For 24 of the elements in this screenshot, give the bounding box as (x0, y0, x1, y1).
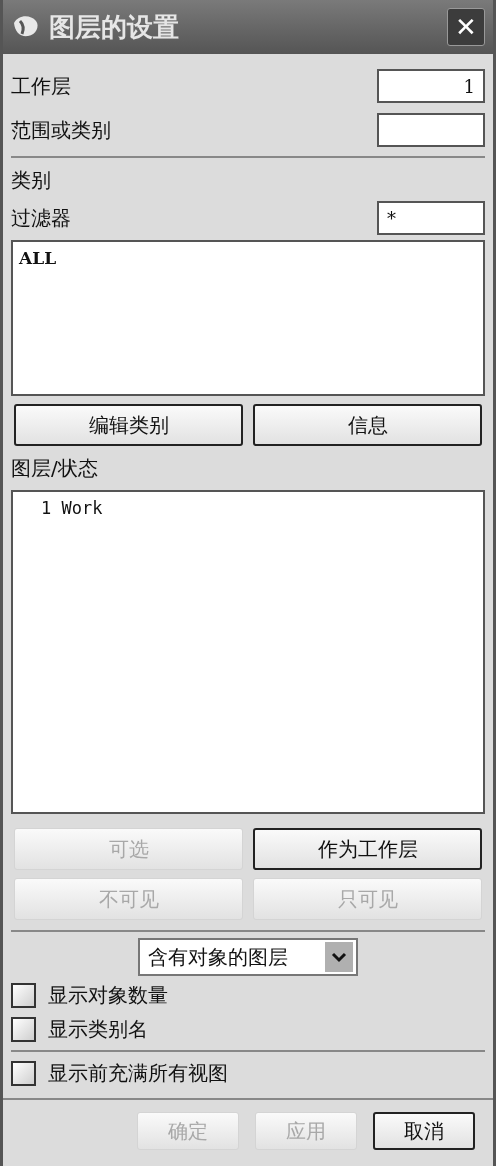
checkbox[interactable] (11, 1060, 36, 1086)
filter-field[interactable]: * (377, 201, 485, 235)
range-field[interactable] (377, 113, 485, 147)
field-label: 范围或类别 (11, 117, 111, 144)
section-heading: 图层/状态 (11, 455, 99, 482)
checkbox-label: 显示对象数量 (48, 982, 168, 1009)
checkbox[interactable] (11, 982, 36, 1008)
work-layer-field[interactable]: 1 (377, 69, 485, 103)
chevron-down-icon (325, 942, 353, 972)
layer-filter-dropdown[interactable]: 含有对象的图层 (138, 938, 358, 976)
field-label: 过滤器 (11, 205, 71, 232)
dialog-button[interactable]: 作为工作层 (253, 828, 482, 870)
close-button[interactable]: ✕ (447, 8, 485, 46)
dialog-button[interactable]: 信息 (253, 404, 482, 446)
checkbox-label: 显示前充满所有视图 (48, 1060, 228, 1087)
checkbox[interactable] (11, 1016, 36, 1042)
list-item[interactable]: ALL (19, 246, 477, 272)
checkbox-label: 显示类别名 (48, 1016, 148, 1043)
dialog-button[interactable]: 取消 (373, 1112, 475, 1150)
dialog-button[interactable]: 编辑类别 (14, 404, 243, 446)
field-label: 工作层 (11, 73, 71, 100)
window-title: 图层的设置 (49, 10, 180, 44)
section-heading: 类别 (11, 167, 52, 194)
list-item[interactable]: 1 Work (41, 496, 455, 522)
